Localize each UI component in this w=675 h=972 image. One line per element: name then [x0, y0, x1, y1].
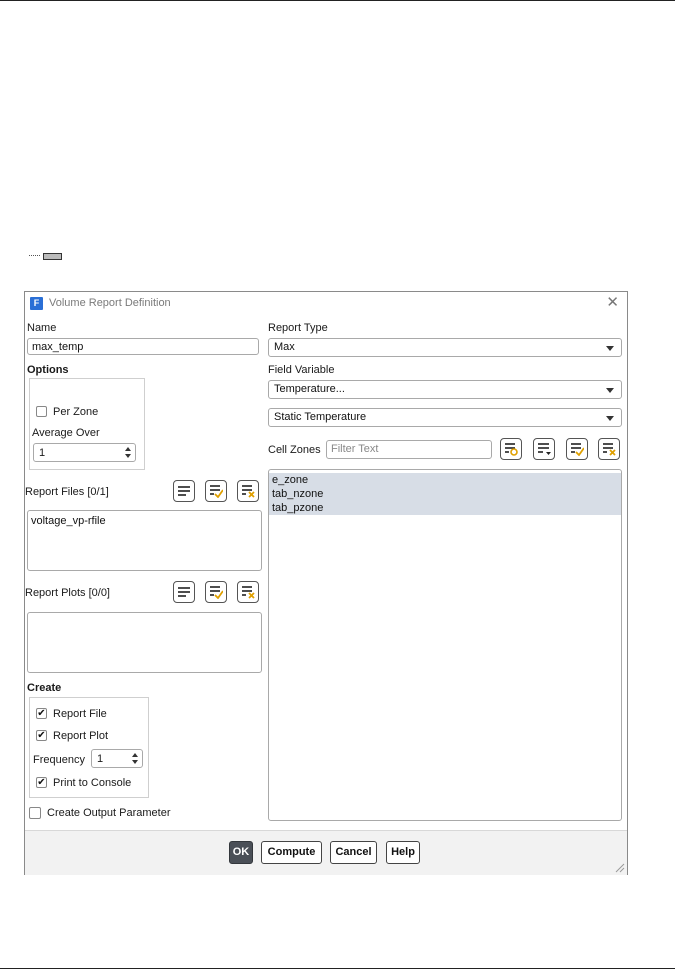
print-to-console-checkbox[interactable]: ✔: [36, 777, 47, 788]
list-item[interactable]: e_zone: [269, 473, 621, 487]
cell-zones-select-checked-button[interactable]: [566, 438, 588, 460]
average-over-label: Average Over: [32, 427, 100, 439]
list-item[interactable]: tab_nzone: [269, 487, 621, 501]
page-bottom-rule: [0, 968, 675, 969]
report-plots-select-checked-button[interactable]: [205, 581, 227, 603]
deselect-all-icon: [242, 485, 255, 498]
chevron-down-icon: [606, 346, 614, 351]
list-options-button[interactable]: [533, 438, 555, 460]
stepper-down-icon[interactable]: [132, 760, 138, 764]
cancel-button[interactable]: Cancel: [330, 841, 377, 864]
field-variable-value: Static Temperature: [274, 411, 367, 423]
cell-zones-list[interactable]: e_zone tab_nzone tab_pzone: [268, 469, 622, 821]
chevron-down-icon: [606, 416, 614, 421]
resize-grip-icon[interactable]: [615, 863, 625, 873]
report-plot-checkbox[interactable]: ✔: [36, 730, 47, 741]
report-type-value: Max: [274, 341, 295, 353]
report-files-list[interactable]: voltage_vp-rfile: [27, 510, 262, 571]
report-plot-label: Report Plot: [53, 730, 109, 742]
report-plots-select-all-button[interactable]: [173, 581, 195, 603]
options-label: Options: [27, 364, 69, 376]
report-plots-deselect-all-button[interactable]: [237, 581, 259, 603]
average-over-stepper[interactable]: 1: [33, 443, 136, 462]
report-type-label: Report Type: [268, 322, 328, 334]
inline-dots-icon: [29, 255, 40, 258]
stepper-up-icon[interactable]: [125, 447, 131, 451]
frequency-stepper[interactable]: 1: [91, 749, 143, 768]
create-output-parameter-checkbox[interactable]: [29, 807, 41, 819]
stepper-down-icon[interactable]: [125, 454, 131, 458]
report-file-label: Report File: [53, 708, 107, 720]
help-button[interactable]: Help: [386, 841, 420, 864]
report-files-select-all-button[interactable]: [173, 480, 195, 502]
field-variable-category-value: Temperature...: [274, 383, 345, 395]
match-zones-button[interactable]: [500, 438, 522, 460]
create-group: ✔ Report File ✔ Report Plot Frequency 1 …: [29, 697, 149, 798]
cell-zones-label: Cell Zones: [268, 444, 321, 456]
field-variable-label: Field Variable: [268, 364, 335, 376]
report-file-checkbox[interactable]: ✔: [36, 708, 47, 719]
list-item[interactable]: tab_pzone: [269, 501, 621, 515]
deselect-all-icon: [603, 443, 616, 456]
stepper-up-icon[interactable]: [132, 753, 138, 757]
dialog-footer: OK Compute Cancel Help: [25, 830, 627, 875]
per-zone-label: Per Zone: [53, 406, 99, 418]
report-files-deselect-all-button[interactable]: [237, 480, 259, 502]
fluent-app-icon: F: [30, 297, 43, 310]
select-checked-icon: [571, 443, 584, 456]
cell-zones-filter-input[interactable]: Filter Text: [326, 440, 492, 459]
create-label: Create: [27, 682, 62, 694]
chevron-down-icon: [606, 388, 614, 393]
inline-button-icon: [43, 253, 62, 260]
dialog-title: Volume Report Definition: [49, 297, 171, 309]
title-bar: F Volume Report Definition ✕: [25, 292, 627, 316]
report-files-label: Report Files [0/1]: [25, 486, 109, 498]
list-options-icon: [538, 443, 551, 455]
report-plots-label: Report Plots [0/0]: [25, 587, 110, 599]
field-variable-category-select[interactable]: Temperature...: [268, 380, 622, 399]
compute-button[interactable]: Compute: [261, 841, 322, 864]
cell-zones-deselect-all-button[interactable]: [598, 438, 620, 460]
deselect-all-icon: [242, 586, 255, 599]
frequency-label: Frequency: [33, 754, 85, 766]
frequency-value: 1: [97, 753, 104, 765]
close-icon[interactable]: ✕: [606, 295, 619, 310]
average-over-value: 1: [39, 447, 46, 459]
options-group: Per Zone Average Over 1: [29, 378, 145, 470]
select-all-icon: [178, 486, 190, 496]
per-zone-checkbox[interactable]: [36, 406, 47, 417]
match-zones-icon: [505, 443, 518, 456]
page-top-rule: [0, 0, 675, 1]
name-field[interactable]: [27, 338, 259, 355]
report-type-select[interactable]: Max: [268, 338, 622, 357]
name-label: Name: [27, 322, 57, 334]
ok-button[interactable]: OK: [229, 841, 253, 864]
select-checked-icon: [210, 485, 223, 498]
report-files-select-checked-button[interactable]: [205, 480, 227, 502]
report-plots-list[interactable]: [27, 612, 262, 673]
list-item[interactable]: voltage_vp-rfile: [28, 514, 261, 528]
select-all-icon: [178, 587, 190, 597]
volume-report-definition-dialog: F Volume Report Definition ✕ Name Option…: [24, 291, 628, 875]
create-output-parameter-label: Create Output Parameter: [47, 807, 171, 819]
field-variable-select[interactable]: Static Temperature: [268, 408, 622, 427]
select-checked-icon: [210, 586, 223, 599]
print-to-console-label: Print to Console: [53, 777, 132, 789]
